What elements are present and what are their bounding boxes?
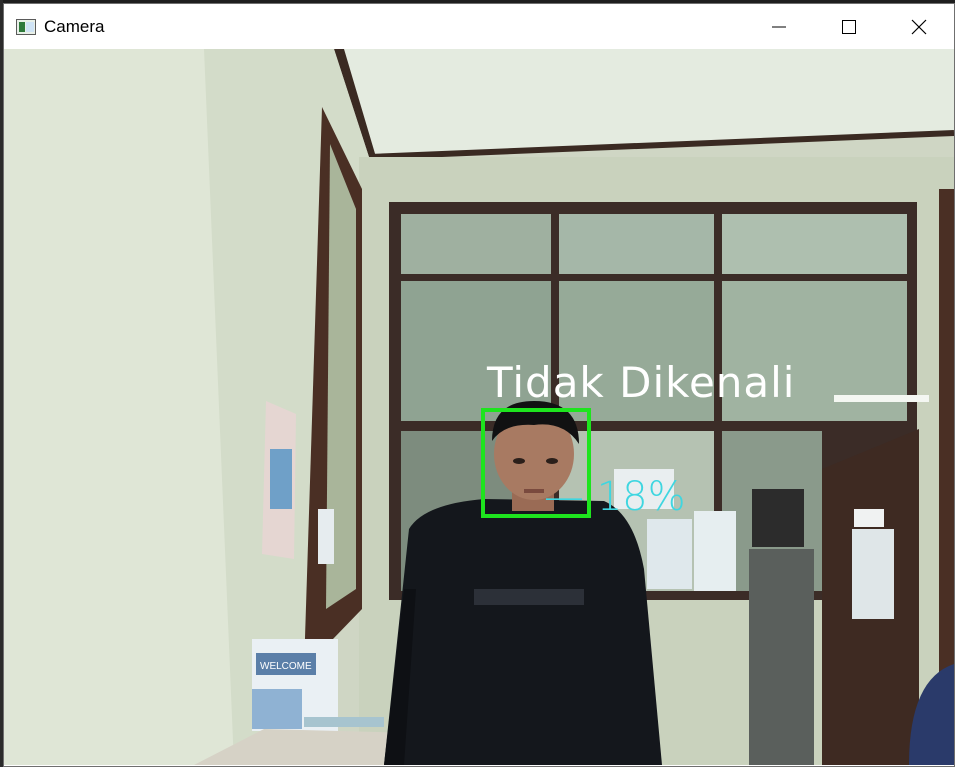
camera-window-icon — [16, 18, 36, 35]
close-icon — [911, 19, 927, 34]
title-bar[interactable]: Camera — [4, 4, 954, 49]
poster-text: WELCOME — [260, 661, 312, 672]
camera-frame-image: WELCOME — [4, 49, 954, 765]
camera-feed: WELCOME Tidak Dikenali — 18% — [4, 49, 954, 765]
confidence-score: — 18% — [544, 474, 686, 520]
window-title: Camera — [44, 16, 105, 36]
minimize-button[interactable] — [744, 4, 814, 49]
window-controls — [744, 4, 954, 49]
close-button[interactable] — [884, 4, 954, 49]
maximize-icon — [842, 19, 856, 34]
maximize-button[interactable] — [814, 4, 884, 49]
recognition-label: Tidak Dikenali — [487, 358, 796, 407]
minimize-icon — [772, 26, 786, 27]
camera-window: Camera WELCOME Tidak Dikenali — 18% — [3, 3, 955, 767]
